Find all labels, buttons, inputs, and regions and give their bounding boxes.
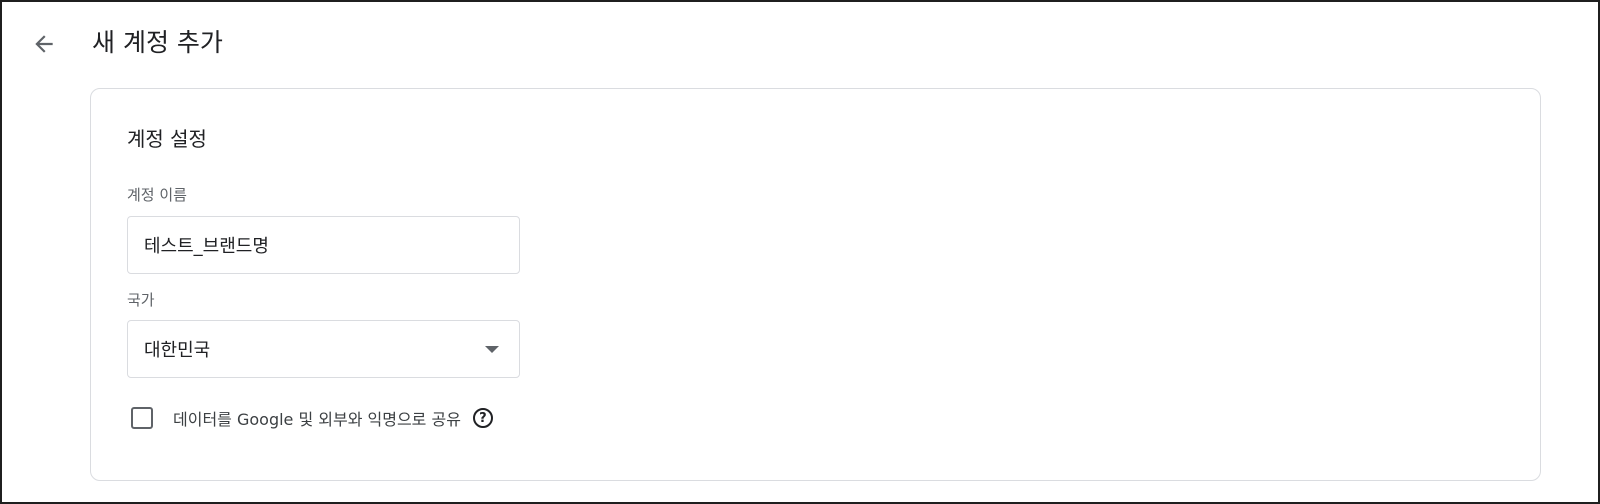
help-circle-icon[interactable]: ?: [472, 408, 493, 428]
section-title: 계정 설정: [127, 127, 207, 151]
account-settings-card: 계정 설정 계정 이름 테스트_브랜드명 국가 대한민국 데이터를 Google…: [90, 88, 1541, 481]
account-name-value: 테스트_브랜드명: [144, 236, 269, 257]
data-sharing-label[interactable]: 데이터를 Google 및 외부와 익명으로 공유: [173, 406, 461, 430]
country-select[interactable]: 대한민국: [127, 320, 520, 378]
page-title: 새 계정 추가: [92, 28, 223, 57]
back-button[interactable]: [24, 24, 64, 64]
account-name-input[interactable]: 테스트_브랜드명: [127, 216, 520, 274]
app-window: 새 계정 추가 계정 설정 계정 이름 테스트_브랜드명 국가 대한민국 데이터…: [0, 0, 1600, 504]
country-label: 국가: [127, 291, 155, 309]
account-name-label: 계정 이름: [127, 186, 187, 204]
country-selected-value: 대한민국: [144, 340, 211, 361]
data-sharing-checkbox[interactable]: [131, 407, 153, 429]
data-sharing-row: 데이터를 Google 및 외부와 익명으로 공유 ?: [131, 402, 493, 434]
page-header: 새 계정 추가: [2, 2, 1598, 86]
arrow-back-icon: [35, 35, 53, 53]
arrow-drop-down-icon: [485, 345, 499, 353]
